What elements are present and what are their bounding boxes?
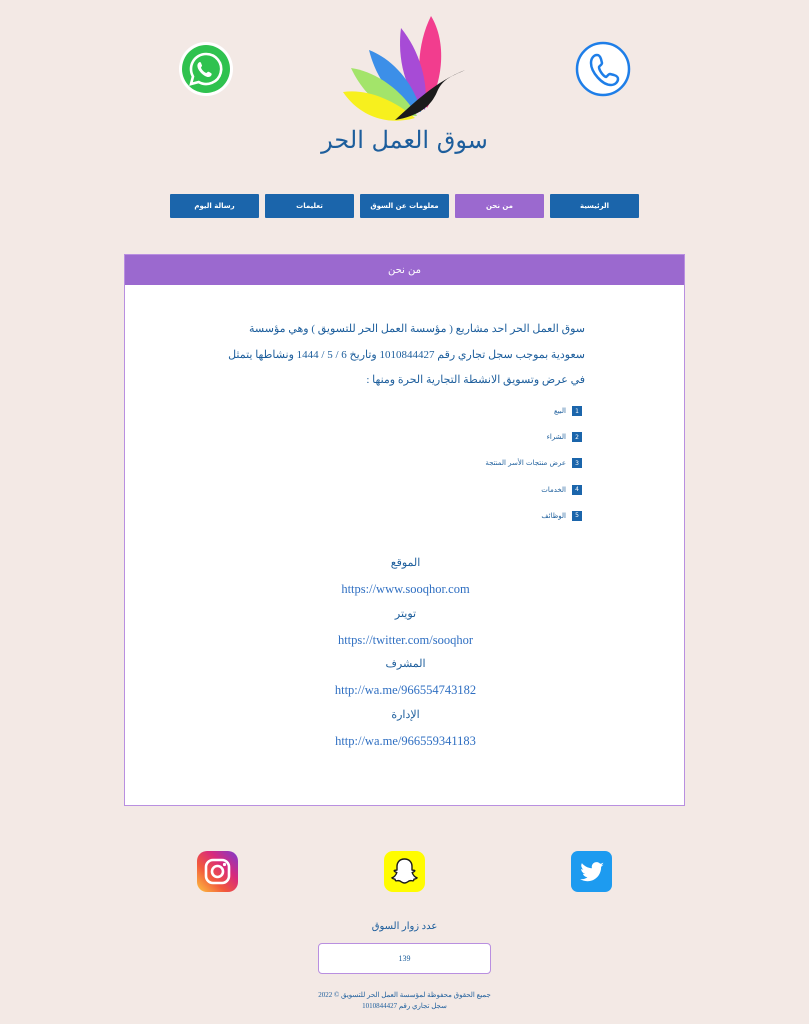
list-number: 1 xyxy=(572,406,582,417)
list-item: 1 البيع xyxy=(485,398,582,424)
card-title: من نحن xyxy=(125,255,684,285)
footer-registration: سجل تجاري رقم 1010844427 xyxy=(362,1002,447,1010)
supervisor-link[interactable]: http://wa.me/966554743182 xyxy=(125,679,686,704)
list-item: 4 الخدمات xyxy=(485,477,582,503)
twitter-label: تويتر xyxy=(394,607,417,620)
list-item: 5 الوظائف xyxy=(485,503,582,529)
website-link[interactable]: https://www.sooqhor.com xyxy=(125,578,686,603)
list-number: 3 xyxy=(572,458,582,469)
phone-icon[interactable] xyxy=(575,41,631,97)
list-number: 5 xyxy=(572,510,582,521)
instagram-icon[interactable] xyxy=(197,851,238,892)
intro-paragraph: سوق العمل الحر احد مشاريع ( مؤسسة العمل … xyxy=(228,323,585,386)
list-number: 2 xyxy=(572,432,582,443)
list-item: 3 عرض منتجات الأسر المنتجة xyxy=(485,450,582,476)
list-item: 2 الشراء xyxy=(485,424,582,450)
supervisor-label: المشرف xyxy=(385,658,426,671)
twitter-link[interactable]: https://twitter.com/sooqhor xyxy=(125,629,686,654)
whatsapp-icon[interactable] xyxy=(178,41,234,97)
main-nav: الرئيسية من نحن معلومات عن السوق تعليمات… xyxy=(170,194,639,218)
list-number: 4 xyxy=(572,484,582,495)
nav-instructions[interactable]: تعليمات xyxy=(265,194,354,218)
management-link[interactable]: http://wa.me/966559341183 xyxy=(125,730,686,755)
footer: جميع الحقوق محفوظة لمؤسسة العمل الحر للت… xyxy=(0,990,809,1012)
management-label: الإدارة xyxy=(391,708,420,721)
list-item-label: الشراء xyxy=(546,433,566,442)
list-item-label: البيع xyxy=(553,407,566,416)
visitor-counter-value: 139 xyxy=(318,943,491,974)
list-item-label: عرض منتجات الأسر المنتجة xyxy=(485,459,566,468)
footer-copyright: جميع الحقوق محفوظة لمؤسسة العمل الحر للت… xyxy=(318,991,491,999)
list-item-label: الخدمات xyxy=(541,485,566,494)
nav-market-info[interactable]: معلومات عن السوق xyxy=(360,194,449,218)
nav-about-us[interactable]: من نحن xyxy=(455,194,544,218)
site-title: سوق العمل الحر xyxy=(321,126,488,154)
visitor-counter-label: عدد زوار السوق xyxy=(371,921,438,932)
list-item-label: الوظائف xyxy=(541,511,566,520)
nav-home[interactable]: الرئيسية xyxy=(550,194,639,218)
snapchat-icon[interactable] xyxy=(384,851,425,892)
lotus-logo[interactable] xyxy=(335,12,475,124)
nav-daily-message[interactable]: رسالة اليوم xyxy=(170,194,259,218)
activities-list: 1 البيع 2 الشراء 3 عرض منتجات الأسر المن… xyxy=(485,398,582,529)
about-card: من نحن سوق العمل الحر احد مشاريع ( مؤسسة… xyxy=(124,254,685,806)
website-label: الموقع xyxy=(390,557,421,569)
contact-links: الموقع https://www.sooqhor.com تويتر htt… xyxy=(125,553,686,755)
twitter-icon[interactable] xyxy=(571,851,612,892)
